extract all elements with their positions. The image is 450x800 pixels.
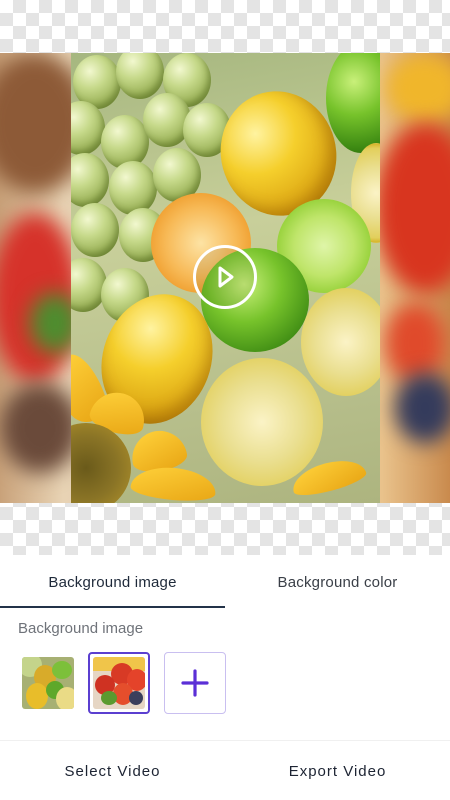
section-title: Background image	[18, 620, 144, 637]
play-icon	[212, 264, 238, 290]
tab-label: Background image	[48, 573, 177, 591]
add-background-button[interactable]	[164, 652, 226, 714]
background-tabs: Background image Background color	[0, 556, 450, 608]
tomatoes-thumbnail-image	[93, 657, 145, 709]
export-video-label: Export Video	[288, 762, 387, 780]
tab-background-color[interactable]: Background color	[225, 556, 450, 608]
tab-label: Background color	[277, 573, 398, 591]
background-thumbnail-list	[22, 652, 226, 714]
select-video-label: Select Video	[64, 762, 161, 780]
citrus-thumbnail-image	[22, 657, 74, 709]
video-preview-area	[0, 0, 450, 555]
tab-background-image[interactable]: Background image	[0, 556, 225, 608]
thumbnail-option-citrus[interactable]	[22, 657, 74, 709]
select-video-button[interactable]: Select Video	[0, 741, 225, 800]
export-video-button[interactable]: Export Video	[225, 741, 450, 800]
plus-icon	[180, 668, 210, 698]
bottom-action-bar: Select Video Export Video	[0, 740, 450, 800]
thumbnail-option-tomatoes[interactable]	[88, 652, 150, 714]
play-button[interactable]	[193, 245, 257, 309]
